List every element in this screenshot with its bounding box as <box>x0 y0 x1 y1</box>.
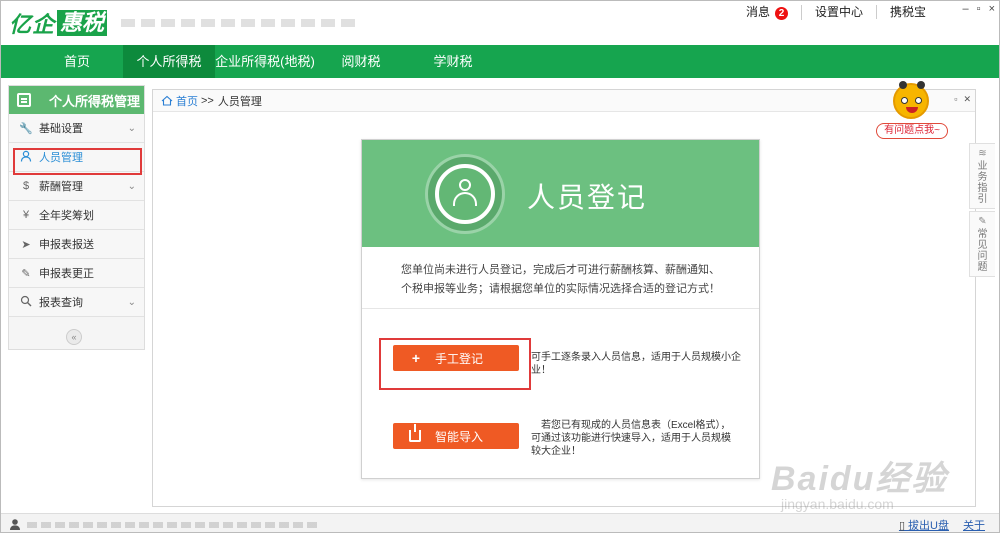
tab-business-guide[interactable]: ≋ 业务指引 <box>969 143 995 209</box>
upload-icon <box>409 424 421 442</box>
chevron-down-icon: ⌄ <box>127 122 136 134</box>
smart-import-desc-2: 可通过该功能进行快速导入，适用于人员规模 <box>531 433 731 444</box>
sidebar: 个人所得税管理 🔧 基础设置 ⌄ 人员管理 $ 薪酬管理 ⌄ ¥ 全年奖筹划 ➤… <box>8 85 145 350</box>
eject-usb-label: 拔出U盘 <box>908 520 949 532</box>
mascot-face-icon <box>893 81 929 119</box>
messages-link[interactable]: 消息 2 <box>733 4 802 20</box>
help-mascot[interactable]: 有问题点我~ <box>876 81 948 143</box>
layers-icon: ≋ <box>978 148 987 159</box>
breadcrumb-current: 人员管理 <box>217 95 262 108</box>
smart-import-label: 智能导入 <box>435 429 484 444</box>
tab-faq[interactable]: ✎ 常见问题 <box>969 211 995 277</box>
smart-import-desc-3: 较大企业！ <box>531 446 581 457</box>
mascot-eye-icon <box>901 97 908 104</box>
nav-item-corporate-tax[interactable]: 企业所得税(地税) <box>215 45 315 78</box>
close-icon[interactable]: × <box>989 3 995 15</box>
logo-text-2: 惠税 <box>57 10 108 36</box>
logo-text-1: 亿企 <box>9 12 56 37</box>
sidebar-collapse-button[interactable]: « <box>66 329 82 345</box>
salary-icon: $ <box>22 180 30 192</box>
smart-import-button[interactable]: 智能导入 <box>393 423 519 449</box>
watermark-line-2: jingyan.baidu.com <box>781 496 894 512</box>
breadcrumb-separator: >> <box>201 94 214 107</box>
registration-user-icon <box>425 154 505 234</box>
panel-controls: ▫ ✕ <box>954 94 971 105</box>
about-link[interactable]: 关于 <box>963 517 985 532</box>
settings-center-link[interactable]: 设置中心 <box>802 5 877 19</box>
send-icon: ➤ <box>21 238 31 251</box>
sidebar-item-declaration-correct[interactable]: ✎ 申报表更正 <box>9 259 144 288</box>
sidebar-item-label: 全年奖筹划 <box>39 210 94 222</box>
app-window: 亿企 惠税 消息 2 设置中心 携税宝 – ▫ × 首页 个人所得税 企业所得税(… <box>0 0 1000 533</box>
title-links: 消息 2 设置中心 携税宝 <box>733 4 939 20</box>
obscured-status-text <box>27 522 317 528</box>
close-panel-icon[interactable]: ✕ <box>963 94 971 105</box>
restore-panel-icon[interactable]: ▫ <box>954 94 957 105</box>
help-tag[interactable]: 有问题点我~ <box>876 123 948 139</box>
nav-item-read-tax[interactable]: 阅财税 <box>315 45 407 78</box>
chevron-down-icon: ⌄ <box>127 296 136 308</box>
highlight-box-manual-register <box>379 338 531 390</box>
window-controls: – ▫ × <box>963 3 995 15</box>
sidebar-item-label: 基础设置 <box>39 123 83 135</box>
sidebar-title: 个人所得税管理 <box>49 93 141 109</box>
sidebar-item-label: 报表查询 <box>39 297 83 309</box>
dialog-header: 人员登记 <box>362 140 759 247</box>
dialog-message: 您单位尚未进行人员登记，完成后才可进行薪酬核算、薪酬通知、 个税申报等业务；请根… <box>362 247 759 309</box>
right-tabs: ≋ 业务指引 ✎ 常见问题 <box>969 143 995 283</box>
eject-usb-link[interactable]: ▯ 拔出U盘 <box>898 517 949 532</box>
restore-icon[interactable]: ▫ <box>977 3 981 15</box>
mascot-mouth-icon <box>906 107 918 113</box>
chevron-down-icon: ⌄ <box>127 180 136 192</box>
home-icon <box>161 95 173 106</box>
sidebar-item-label: 申报表更正 <box>39 268 94 280</box>
title-bar: 亿企 惠税 消息 2 设置中心 携税宝 – ▫ × <box>1 1 999 45</box>
mascot-ear-icon <box>899 81 907 89</box>
tab-business-guide-label: 业务指引 <box>977 161 988 205</box>
smart-import-desc-1: 若您已有现成的人员信息表（Excel格式）， <box>541 420 731 431</box>
usb-icon: ▯ <box>898 520 909 532</box>
dialog-message-line-2: 个税申报等业务；请根据您单位的实际情况选择合适的登记方式！ <box>401 283 720 295</box>
manual-register-description: 可手工逐条录入人员信息，适用于人员规模小企业！ <box>531 352 741 376</box>
main-nav: 首页 个人所得税 企业所得税(地税) 阅财税 学财税 <box>1 45 999 78</box>
smart-import-description: 若您已有现成的人员信息表（Excel格式）， 可通过该功能进行快速导入，适用于人… <box>531 419 746 458</box>
breadcrumb: 首页 >> 人员管理 <box>153 90 975 112</box>
user-icon <box>10 519 20 530</box>
sidebar-item-label: 薪酬管理 <box>39 181 83 193</box>
messages-label: 消息 <box>745 4 770 19</box>
nav-item-home[interactable]: 首页 <box>31 45 123 78</box>
mascot-eye-icon <box>915 97 922 104</box>
mascot-ear-icon <box>917 81 925 89</box>
nav-item-personal-tax[interactable]: 个人所得税 <box>123 45 215 78</box>
messages-count-badge: 2 <box>774 6 788 20</box>
carry-tax-link[interactable]: 携税宝 <box>877 5 939 19</box>
status-links: ▯ 拔出U盘 关于 <box>898 517 985 532</box>
tab-faq-label: 常见问题 <box>977 229 988 273</box>
highlight-box-staff-management <box>13 148 142 175</box>
minimize-icon[interactable]: – <box>963 3 969 15</box>
search-icon <box>19 295 33 310</box>
sidebar-item-annual-bonus[interactable]: ¥ 全年奖筹划 <box>9 201 144 230</box>
edit-icon: ✎ <box>21 267 31 280</box>
sidebar-item-salary-management[interactable]: $ 薪酬管理 ⌄ <box>9 172 144 201</box>
sidebar-item-declaration-submit[interactable]: ➤ 申报表报送 <box>9 230 144 259</box>
sidebar-item-label: 申报表报送 <box>39 239 94 251</box>
sidebar-header: 个人所得税管理 <box>9 86 144 114</box>
sidebar-item-basic-settings[interactable]: 🔧 基础设置 ⌄ <box>9 114 144 143</box>
obscured-title <box>121 19 361 27</box>
breadcrumb-home-link[interactable]: 首页 <box>176 93 198 109</box>
watermark-line-1: Baidu经验 <box>771 460 948 498</box>
dialog-message-line-1: 您单位尚未进行人员登记，完成后才可进行薪酬核算、薪酬通知、 <box>401 264 720 276</box>
wrench-icon: 🔧 <box>19 122 33 135</box>
sidebar-item-report-query[interactable]: 报表查询 ⌄ <box>9 288 144 317</box>
book-icon <box>17 93 31 107</box>
note-icon: ✎ <box>978 216 987 227</box>
app-logo: 亿企 惠税 <box>9 9 108 37</box>
bonus-icon: ¥ <box>22 209 30 221</box>
baidu-watermark: Baidu经验 jingyan.baidu.com <box>771 451 981 512</box>
nav-item-learn-tax[interactable]: 学财税 <box>407 45 499 78</box>
dialog-title: 人员登记 <box>527 182 648 213</box>
status-bar: ▯ 拔出U盘 关于 <box>1 513 999 532</box>
